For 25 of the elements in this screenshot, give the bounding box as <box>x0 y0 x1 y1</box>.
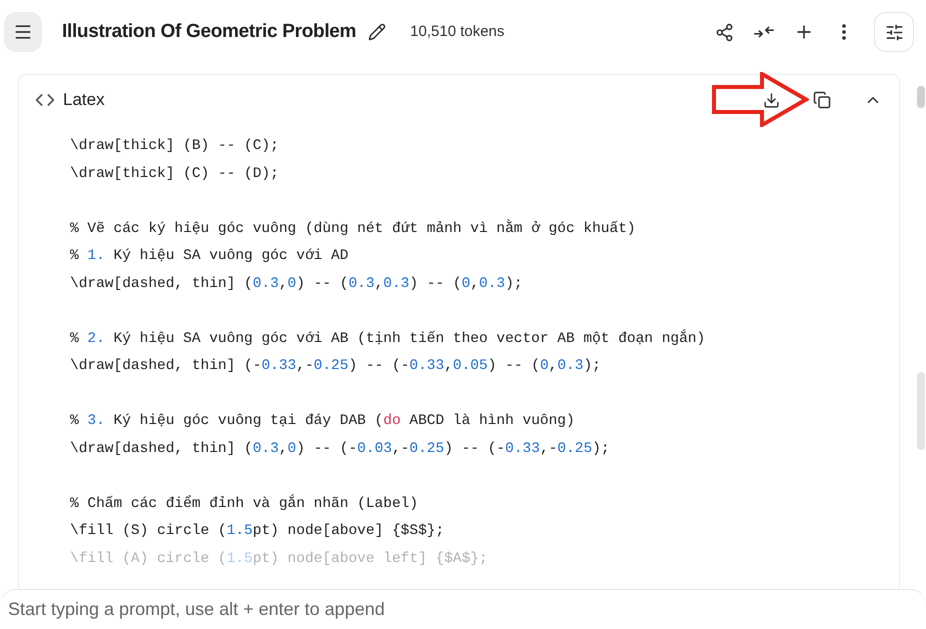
code-line: \draw[thick] (C) -- (D); <box>70 164 279 184</box>
more-icon <box>842 24 846 40</box>
language-label: Latex <box>63 89 105 112</box>
download-icon <box>762 92 780 108</box>
code-line: % Vẽ các ký hiệu góc vuông (dùng nét đứt mảnh vì nằm ở góc khuất) <box>70 218 636 238</box>
code-line: \draw[dashed, thin] (0.3,0) -- (0.3,0.3) -- (0,0.3); <box>70 274 523 294</box>
pencil-icon <box>368 23 386 41</box>
copy-icon <box>813 91 831 109</box>
settings-button[interactable] <box>874 12 914 52</box>
code-line: \fill (S) circle (1.5pt) node[above] {$S$}; <box>70 522 444 541</box>
share-icon <box>714 22 734 42</box>
code-line: \fill (A) circle (1.5pt) node[above left] {$A$}; <box>70 550 488 568</box>
code-line: % 1. Ký hiệu SA vuông góc với AD <box>70 247 348 266</box>
menu-button[interactable] <box>4 12 42 52</box>
sliders-icon <box>884 22 904 42</box>
code-line: \draw[thick] (B) -- (C); <box>70 137 279 156</box>
code-line: % Chấm các điểm đỉnh và gắn nhãn (Label) <box>70 493 418 514</box>
code-line: % 3. Ký hiệu góc vuông tại đáy DAB (do ABCD là hình vuông) <box>70 412 575 431</box>
code-line: % 2. Ký hiệu SA vuông góc với AB (tịnh tiến theo vector AB một đoạn ngắn) <box>70 328 706 348</box>
token-count: 10,510 tokens <box>410 22 504 42</box>
chat-title: Illustration Of Geometric Problem <box>62 20 356 44</box>
rename-button[interactable] <box>368 23 386 41</box>
code-line: \draw[dashed, thin] (-0.33,-0.25) -- (-0.33,0.05) -- (0,0.3); <box>70 357 601 376</box>
code-line: \draw[dashed, thin] (0.3,0) -- (-0.03,-0.25) -- (-0.33,-0.25); <box>70 440 610 458</box>
prompt-field[interactable]: Start typing a prompt, use alt + enter to append <box>0 589 926 629</box>
